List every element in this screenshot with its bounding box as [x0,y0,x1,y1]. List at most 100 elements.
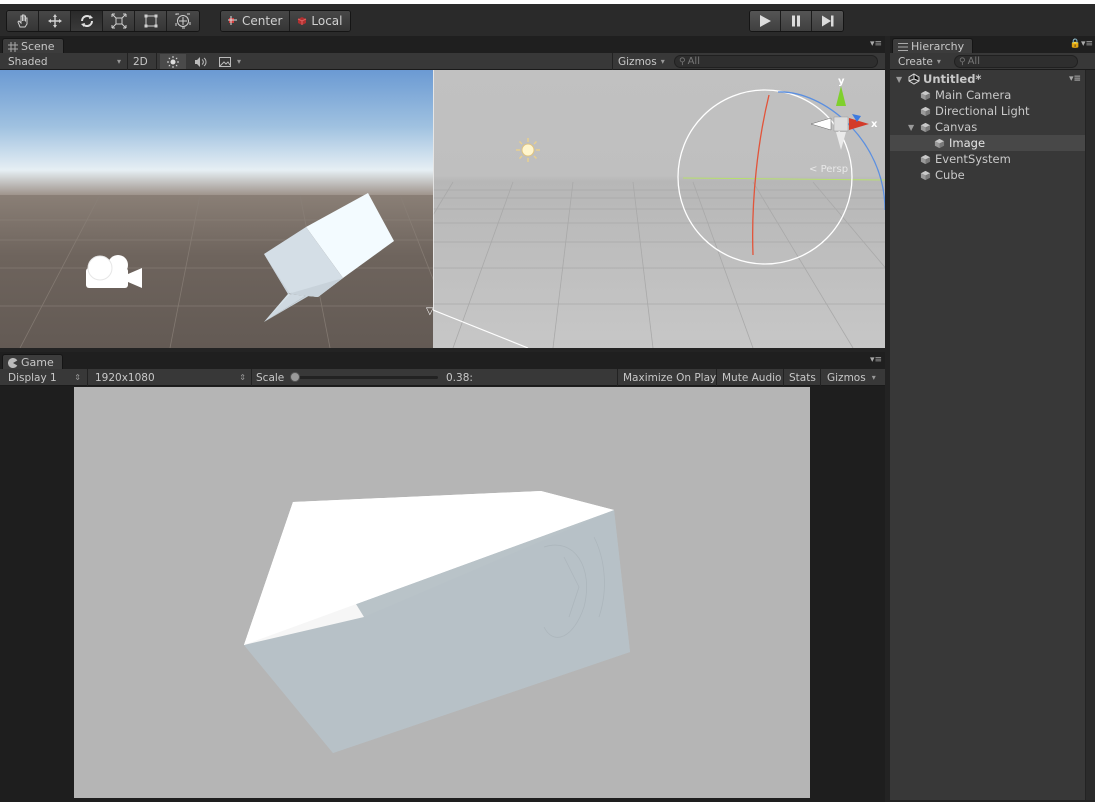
2d-mode-label: 2D [133,55,148,68]
hierarchy-scrollbar[interactable] [1086,70,1095,800]
scene-menu-icon[interactable]: ▾≡ [1069,74,1081,84]
scene-root-row[interactable]: ▼ Untitled* ▾≡ [890,71,1085,87]
gameobject-cube-icon [920,90,931,100]
gameobject-cube-icon [920,170,931,180]
hierarchy-tab-label: Hierarchy [911,40,965,53]
tab-hierarchy[interactable]: Hierarchy [892,38,974,54]
chevron-left-icon: < [809,164,818,175]
hierarchy-control-bar: Create ▾ ⚲ All [890,53,1095,70]
transform-tool-button[interactable] [167,11,199,31]
projection-label[interactable]: < Persp [809,164,848,175]
pivot-rotation-button[interactable]: Local [290,11,350,31]
display-dropdown[interactable]: Display 1 ⇕ [4,370,84,385]
maximize-on-play-toggle[interactable]: Maximize On Play [619,370,720,385]
gameobject-cube-icon [920,106,931,116]
move-tool-button[interactable] [39,11,71,31]
gameobject-cube-icon [920,154,931,164]
scene-effects-dropdown[interactable]: ▾ [215,54,249,69]
scene-name: Untitled* [923,72,982,86]
resolution-dropdown[interactable]: 1920x1080 ⇕ [91,370,249,385]
move-arrows-icon [47,14,62,28]
scene-lighting-toggle[interactable] [160,54,186,69]
orientation-gizmo[interactable]: y x [805,76,878,168]
scene-gizmos-label: Gizmos [618,55,657,68]
hierarchy-panel-menu[interactable]: 🔒▾≡ [1070,39,1093,49]
scene-viewport[interactable]: y x < Persp ▽ [0,70,885,348]
stats-toggle[interactable]: Stats [785,370,820,385]
game-cube-render [244,491,630,753]
shading-mode-dropdown[interactable]: Shaded ▾ [4,54,124,69]
cube-mesh [264,193,394,322]
scene-gizmos-dropdown[interactable]: Gizmos ▾ [614,54,669,69]
scene-tab-label: Scene [21,40,55,53]
hierarchy-search-placeholder: All [967,56,980,67]
main-toolbar: Center Local [0,0,1095,36]
hierarchy-search-input[interactable]: ⚲ All [954,55,1078,68]
shading-mode-value: Shaded [8,55,48,68]
dropdown-arrow-icon: ▾ [871,373,876,382]
step-icon [821,15,833,27]
gameobject-cube-icon [934,138,945,148]
game-control-bar: Display 1 ⇕ 1920x1080 ⇕ Scale 0.38: Maxi… [0,369,885,386]
transform-icon [175,13,191,29]
list-icon [898,42,908,51]
camera-preview-area [0,70,433,348]
search-icon: ⚲ [679,56,686,67]
scene-panel-menu[interactable]: ▾≡ [870,39,882,49]
camera-gizmo-icon[interactable] [82,248,146,296]
game-tab-label: Game [21,356,54,369]
camera-ground-grid [0,193,433,348]
hierarchy-item-canvas[interactable]: ▼ Canvas [890,119,1085,135]
scale-slider-thumb[interactable] [290,372,300,382]
2d-mode-toggle[interactable]: 2D [129,54,152,69]
hierarchy-item-image[interactable]: Image [890,135,1085,151]
dropdown-arrow-icon: ▾ [660,57,665,66]
mute-audio-toggle[interactable]: Mute Audio [718,370,785,385]
pivot-group: Center Local [220,10,351,32]
game-gizmos-toggle[interactable]: Gizmos ▾ [823,370,880,385]
scale-icon [111,13,126,29]
hierarchy-item-main-camera[interactable]: Main Camera [890,87,1085,103]
scene-control-bar: Shaded ▾ 2D ▾ Gizmos ▾ ⚲ All [0,53,885,70]
scene-perspective-area: y x < Persp [433,70,885,348]
hierarchy-item-eventsystem[interactable]: EventSystem [890,151,1085,167]
hierarchy-item-directional-light[interactable]: Directional Light [890,103,1085,119]
rotate-tool-button[interactable] [71,11,103,31]
axis-x-label: x [871,119,878,130]
local-rotation-icon [298,17,307,25]
game-gizmos-label: Gizmos [827,371,866,384]
maximize-label: Maximize On Play [623,371,717,384]
hierarchy-item-label: Canvas [935,120,978,134]
create-dropdown[interactable]: Create ▾ [894,54,945,69]
updown-arrow-icon: ⇕ [74,373,81,382]
resolution-value: 1920x1080 [95,371,155,384]
hand-tool-button[interactable] [7,11,39,31]
rect-tool-button[interactable] [135,11,167,31]
unity-scene-icon [908,73,920,85]
scale-slider[interactable] [290,372,438,382]
grid-icon [8,41,18,52]
scene-search-input[interactable]: ⚲ All [674,55,878,68]
pacman-icon [8,357,18,368]
pivot-mode-button[interactable]: Center [221,11,291,31]
game-panel-menu[interactable]: ▾≡ [870,355,882,365]
scale-tool-button[interactable] [103,11,135,31]
play-icon [760,15,771,27]
play-button[interactable] [750,11,781,31]
hierarchy-item-cube[interactable]: Cube [890,167,1085,183]
pivot-center-icon [228,16,237,25]
fold-arrow-icon[interactable]: ▼ [908,123,918,132]
tab-scene[interactable]: Scene [2,38,64,54]
axis-gizmo-icon [810,86,869,150]
scene-audio-toggle[interactable] [188,54,212,69]
hand-icon [16,14,27,28]
step-button[interactable] [812,11,843,31]
pause-button[interactable] [781,11,812,31]
hierarchy-item-label: Directional Light [935,104,1030,118]
mute-label: Mute Audio [722,371,782,384]
scale-value: 0.38: [442,370,477,385]
hierarchy-item-label: Image [949,136,986,150]
game-viewport[interactable] [74,387,810,798]
tab-game[interactable]: Game [2,354,63,370]
stats-label: Stats [789,371,816,384]
